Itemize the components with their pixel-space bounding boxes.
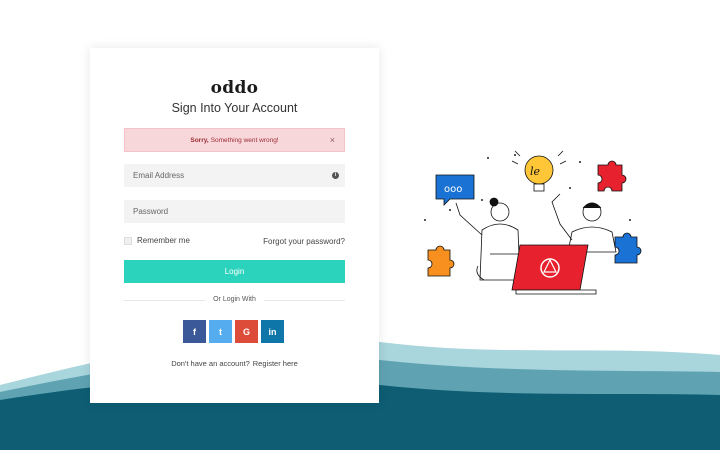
linkedin-button[interactable]: in [261,320,284,343]
puzzle-icon [614,232,642,264]
signup-prompt: Don't have an account? Register here [90,359,379,368]
remember-checkbox[interactable] [124,236,132,245]
alert-strong: Sorry, [190,136,209,144]
svg-text:le: le [530,165,541,178]
or-login-with: Or Login With [90,296,379,303]
login-button[interactable]: Login [124,260,345,283]
signup-text: Don't have an account? [171,359,250,368]
email-field[interactable] [124,164,345,187]
svg-text:ooo: ooo [444,184,462,195]
person-left [455,197,525,281]
twitter-button[interactable]: t [209,320,232,343]
brand-logo: oddo [210,78,259,98]
error-alert: Sorry, Something went wrong! × [124,128,345,152]
login-card: oddo Sign Into Your Account Sorry, Somet… [90,48,379,403]
remember-label: Remember me [137,236,190,245]
facebook-button[interactable]: f [183,320,206,343]
linkedin-icon: in [268,326,277,337]
puzzle-icon [597,160,627,192]
forgot-password-link[interactable]: Forgot your password? [263,237,345,246]
google-icon: G [242,326,250,337]
close-icon[interactable]: × [330,135,335,145]
alert-message: Something went wrong! [210,136,279,144]
social-buttons: f t G in [183,320,284,343]
google-button[interactable]: G [235,320,258,343]
page-title: Sign Into Your Account [171,101,298,115]
facebook-icon: f [193,326,196,337]
info-icon: i [332,172,339,179]
puzzle-icon [427,245,455,277]
lightbulb-icon: le [511,150,567,192]
register-link[interactable]: Register here [253,359,298,368]
remember-me[interactable]: Remember me [124,236,190,245]
speech-bubble-icon: ooo [435,174,475,206]
twitter-icon: t [219,326,222,337]
password-field[interactable] [124,200,345,223]
team-illustration: ooo le [424,150,642,295]
or-label: Or Login With [205,296,264,303]
person-right [551,193,617,253]
laptop-icon [511,244,597,295]
